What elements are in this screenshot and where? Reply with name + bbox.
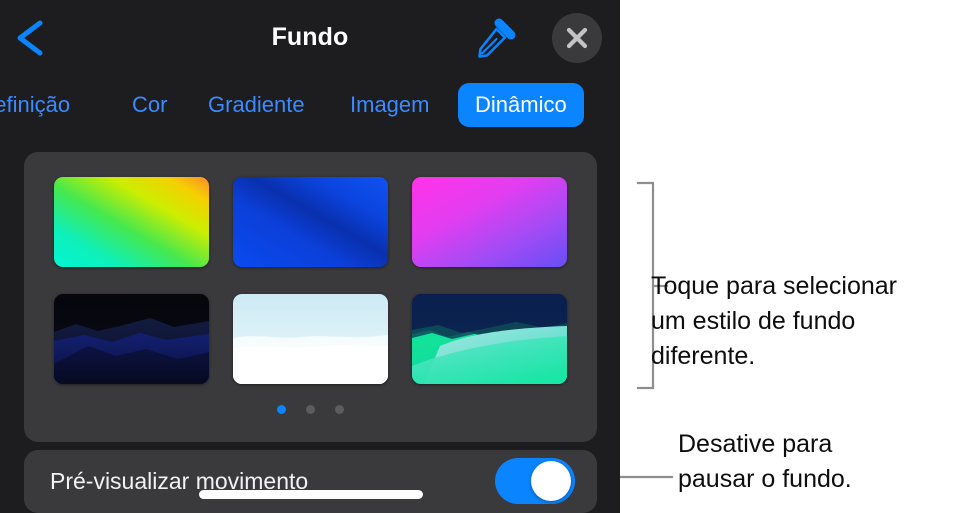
preview-motion-row: Pré-visualizar movimento (24, 450, 597, 513)
thumbnail-green-yellow-gradient[interactable] (54, 177, 209, 267)
tab-cor[interactable]: Cor (132, 79, 167, 131)
dynamic-background-picker (24, 152, 597, 442)
close-button[interactable] (552, 13, 602, 63)
thumbnail-magenta-purple-gradient[interactable] (412, 177, 567, 267)
callout-toggle-text: Desative para pausar o fundo. (678, 430, 852, 493)
preview-motion-toggle[interactable] (495, 458, 575, 504)
background-type-tabs: definição Cor Gradiente Imagem Dinâmico (0, 79, 620, 131)
tab-predefinicao[interactable]: definição (0, 79, 70, 131)
thumbnail-white-snow[interactable] (233, 294, 388, 384)
page-title: Fundo (271, 23, 349, 51)
background-settings-panel: Fundo efinição Cor Gradiente Imagem Dinâ… (0, 0, 620, 513)
thumbnail-teal-dunes[interactable] (412, 294, 567, 384)
page-dot-3[interactable] (335, 405, 345, 415)
tab-imagem[interactable]: Imagem (350, 79, 429, 131)
toggle-knob (531, 461, 571, 501)
eyedropper-icon[interactable] (472, 16, 518, 60)
screenshot-root: Fundo efinição Cor Gradiente Imagem Dinâ… (0, 0, 968, 513)
thumbnail-grid (54, 177, 567, 384)
thumbnail-night-mountains[interactable] (54, 294, 209, 384)
panel-navigation-bar: Fundo (0, 0, 620, 76)
page-dot-1[interactable] (276, 405, 286, 415)
thumbnail-blue-gradient[interactable] (233, 177, 388, 267)
home-indicator (199, 490, 423, 499)
page-indicator (24, 401, 597, 415)
tab-gradiente[interactable]: Gradiente (208, 79, 305, 131)
page-dot-2[interactable] (306, 405, 315, 415)
tab-dinamico[interactable]: Dinâmico (458, 83, 584, 127)
callout-thumbnails-text: Toque para selecionar um estilo de fundo… (651, 272, 897, 370)
